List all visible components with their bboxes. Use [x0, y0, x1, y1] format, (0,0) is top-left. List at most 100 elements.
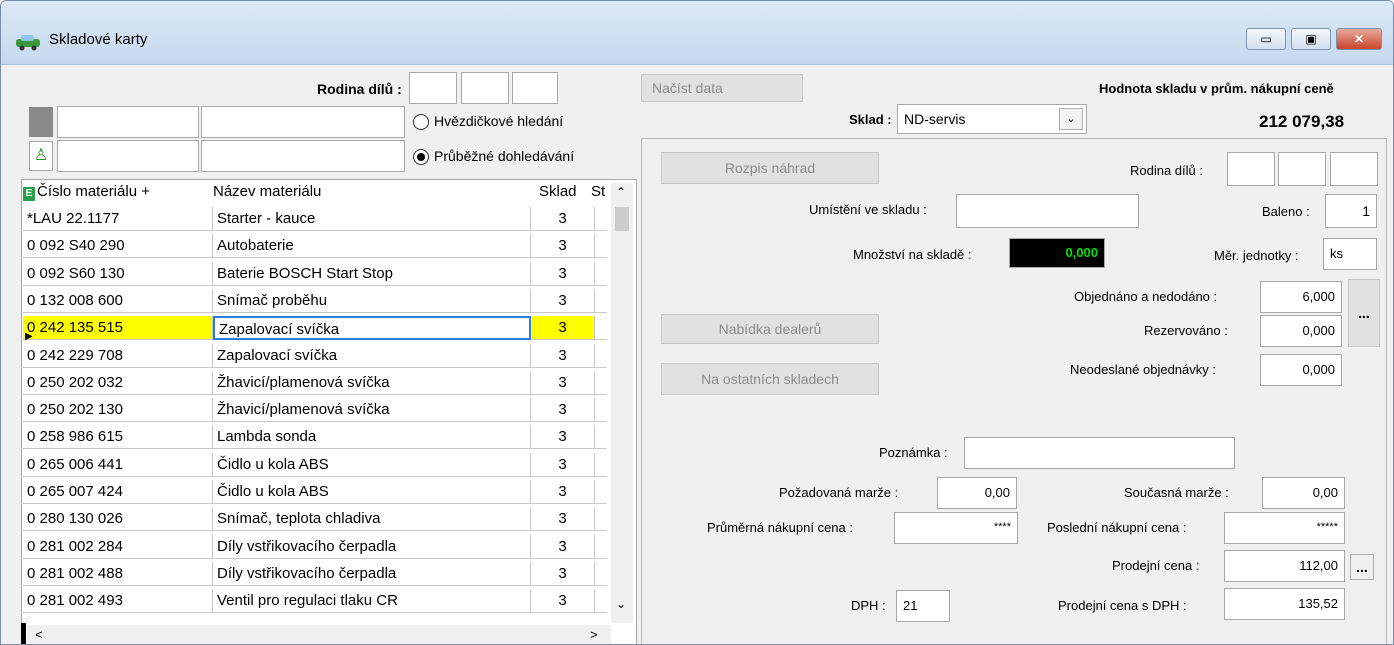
cell-nazev[interactable]: Starter - kauce	[213, 207, 531, 231]
rodina-dilu-field-3[interactable]	[1330, 152, 1378, 186]
cell-sklad[interactable]: 3	[531, 261, 595, 286]
table-row[interactable]: 0 250 202 032 Žhavicí/plamenová svíčka 3	[23, 370, 607, 395]
table-row[interactable]: 0 265 006 441 Čidlo u kola ABS 3	[23, 452, 607, 477]
nabidka-dealeru-button[interactable]: Nabídka dealerů	[661, 314, 879, 344]
scroll-down-icon[interactable]: ⌄	[616, 597, 626, 611]
more-orders-button[interactable]: ...	[1348, 279, 1380, 347]
cell-sklad[interactable]: 3	[531, 207, 595, 231]
table-row[interactable]: 0 281 002 488 Díly vstřikovacího čerpadla…	[23, 561, 607, 586]
cell-st[interactable]	[595, 262, 607, 286]
cell-st[interactable]	[595, 589, 607, 614]
baleno-input[interactable]: 1	[1325, 194, 1377, 228]
merne-jednotky-input[interactable]: ks	[1323, 238, 1377, 270]
cell-cislo[interactable]: 0 132 008 600	[23, 288, 213, 313]
table-row[interactable]: 0 132 008 600 Snímač proběhu 3	[23, 288, 607, 313]
cell-cislo[interactable]: 0 281 002 284	[23, 534, 213, 559]
cell-sklad[interactable]: 3	[531, 561, 595, 586]
cell-st[interactable]	[595, 425, 607, 450]
cell-nazev[interactable]: Díly vstřikovacího čerpadla	[213, 561, 531, 586]
cell-st[interactable]	[595, 480, 607, 504]
table-row[interactable]: 0 281 002 493 Ventil pro regulaci tlaku C…	[23, 589, 607, 614]
more-price-button[interactable]: ...	[1350, 554, 1374, 580]
rodina-filter-field-2[interactable]	[461, 72, 509, 104]
cell-nazev[interactable]: Baterie BOSCH Start Stop	[213, 261, 531, 286]
table-row[interactable]: 0 281 002 284 Díly vstřikovacího čerpadla…	[23, 534, 607, 559]
cell-st[interactable]	[595, 289, 607, 313]
cell-cislo[interactable]: 0 280 130 026	[23, 507, 213, 532]
cell-st[interactable]	[595, 316, 607, 341]
rodina-filter-field-3[interactable]	[512, 72, 558, 104]
cell-nazev[interactable]: Snímač, teplota chladiva	[213, 507, 531, 532]
cell-st[interactable]	[595, 371, 607, 395]
cell-cislo[interactable]: 0 265 007 424	[23, 480, 213, 504]
table-row[interactable]: *LAU 22.1177 Starter - kauce 3	[23, 207, 607, 231]
cell-sklad[interactable]: 3	[531, 234, 595, 259]
rodina-dilu-field-2[interactable]	[1278, 152, 1326, 186]
cell-nazev[interactable]: Ventil pro regulaci tlaku CR	[213, 589, 531, 614]
cell-sklad[interactable]: 3	[531, 480, 595, 504]
cell-sklad[interactable]: 3	[531, 343, 595, 368]
cell-cislo[interactable]: 0 281 002 493	[23, 589, 213, 614]
cell-cislo[interactable]: 0 250 202 130	[23, 398, 213, 423]
table-row[interactable]: 0 092 S40 290 Autobaterie 3	[23, 234, 607, 259]
rozpis-nahrad-button[interactable]: Rozpis náhrad	[661, 152, 879, 184]
cell-sklad[interactable]: 3	[531, 425, 595, 450]
cell-nazev[interactable]: Čidlo u kola ABS	[213, 480, 531, 504]
rodina-filter-field-1[interactable]	[409, 72, 457, 104]
excel-export-icon[interactable]: E	[23, 187, 35, 201]
cell-nazev[interactable]: Lambda sonda	[213, 425, 531, 450]
cell-nazev[interactable]: Žhavicí/plamenová svíčka	[213, 370, 531, 395]
prodejni-cena-input[interactable]: 112,00	[1224, 550, 1345, 582]
nacist-data-button[interactable]: Načíst data	[641, 74, 803, 102]
column-header-nazev[interactable]: Název materiálu	[213, 181, 321, 205]
star-search-name-input[interactable]	[201, 106, 405, 138]
table-row[interactable]: 0 242 229 708 Zapalovací svíčka 3	[23, 343, 607, 368]
cell-nazev[interactable]: Autobaterie	[213, 234, 531, 259]
close-button[interactable]: ✕	[1336, 28, 1382, 50]
cell-nazev[interactable]: Čidlo u kola ABS	[213, 452, 531, 477]
cell-sklad[interactable]: 3	[531, 534, 595, 559]
rodina-dilu-field-1[interactable]	[1227, 152, 1275, 186]
cell-st[interactable]	[595, 507, 607, 532]
star-search-code-input[interactable]	[57, 106, 199, 138]
prubezne-radio[interactable]	[413, 149, 429, 165]
column-header-st[interactable]: St	[591, 181, 609, 205]
scroll-left-icon[interactable]: <	[35, 627, 43, 642]
cell-st[interactable]	[595, 344, 607, 368]
cell-cislo[interactable]: 0 258 986 615	[23, 425, 213, 450]
table-row[interactable]: 0 258 986 615 Lambda sonda 3	[23, 425, 607, 450]
vertical-scroll-thumb[interactable]	[615, 207, 629, 231]
incremental-name-input[interactable]	[201, 140, 405, 172]
cell-sklad[interactable]: 3	[531, 452, 595, 477]
cell-nazev[interactable]: Zapalovací svíčka	[213, 316, 531, 341]
horizontal-scrollbar[interactable]: < >	[27, 625, 611, 644]
hvezdickove-radio[interactable]	[413, 114, 429, 130]
chevron-down-icon[interactable]: ⌄	[1059, 108, 1083, 130]
cell-cislo[interactable]: 0 250 202 032	[23, 370, 213, 395]
cell-nazev[interactable]: Díly vstřikovacího čerpadla	[213, 534, 531, 559]
cell-st[interactable]	[595, 535, 607, 559]
scroll-up-icon[interactable]: ⌃	[616, 185, 626, 199]
maximize-button[interactable]: ▣	[1291, 28, 1331, 50]
cell-sklad[interactable]: 3	[531, 288, 595, 313]
cell-cislo[interactable]: 0 265 006 441	[23, 452, 213, 477]
cell-cislo[interactable]: 0 242 229 708	[23, 343, 213, 368]
cell-st[interactable]	[595, 207, 607, 231]
pozadovana-marze-input[interactable]: 0,00	[937, 477, 1017, 509]
cell-nazev[interactable]: Snímač proběhu	[213, 288, 531, 313]
vertical-scrollbar[interactable]: ⌃ ⌄	[611, 183, 633, 623]
cell-nazev[interactable]: Zapalovací svíčka	[213, 343, 531, 368]
cell-sklad[interactable]: 3	[531, 370, 595, 395]
minimize-button[interactable]: ▭	[1246, 28, 1286, 50]
cell-cislo[interactable]: *LAU 22.1177	[23, 207, 213, 231]
na-ostatnich-skladech-button[interactable]: Na ostatních skladech	[661, 363, 879, 395]
cell-st[interactable]	[595, 562, 607, 586]
cell-sklad[interactable]: 3	[531, 316, 595, 341]
table-row[interactable]: 0 265 007 424 Čidlo u kola ABS 3	[23, 480, 607, 504]
cell-sklad[interactable]: 3	[531, 507, 595, 532]
cell-cislo[interactable]: 0 242 135 515	[23, 316, 213, 341]
table-row[interactable]: 0 242 135 515 Zapalovací svíčka 3	[23, 316, 607, 341]
umisteni-input[interactable]	[956, 194, 1139, 228]
cell-cislo[interactable]: 0 092 S60 130	[23, 261, 213, 286]
table-row[interactable]: 0 250 202 130 Žhavicí/plamenová svíčka 3	[23, 398, 607, 423]
